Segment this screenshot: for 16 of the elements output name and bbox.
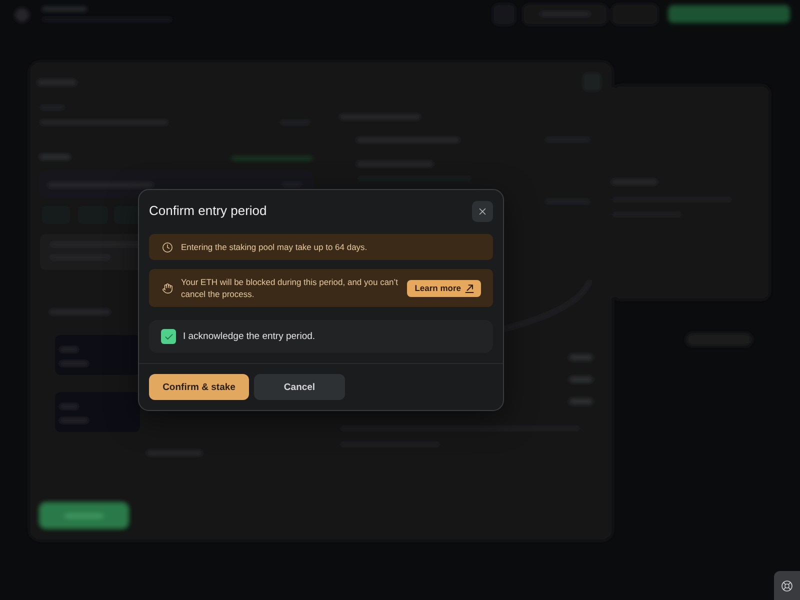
cancel-button[interactable]: Cancel xyxy=(254,374,345,400)
learn-more-link[interactable]: Learn more xyxy=(406,280,481,296)
dialog-title: Confirm entry period xyxy=(149,203,267,219)
help-button[interactable] xyxy=(774,571,800,600)
lifebuoy-icon xyxy=(781,580,793,592)
close-icon xyxy=(477,206,488,216)
checkbox-label: I acknowledge the entry period. xyxy=(183,331,316,342)
close-button[interactable] xyxy=(472,200,493,222)
confirm-button[interactable]: Confirm & stake xyxy=(149,374,249,400)
notice-text: Entering the staking pool may take up to 64 days. xyxy=(181,241,368,254)
arrow-up-right-icon xyxy=(465,284,474,292)
check-icon xyxy=(164,332,174,342)
checkbox[interactable] xyxy=(161,329,176,344)
hand-icon xyxy=(162,282,173,294)
clock-icon xyxy=(162,242,173,252)
notice-text: Your ETH will be blocked during this period, and you can’t cancel the process. xyxy=(181,276,399,301)
